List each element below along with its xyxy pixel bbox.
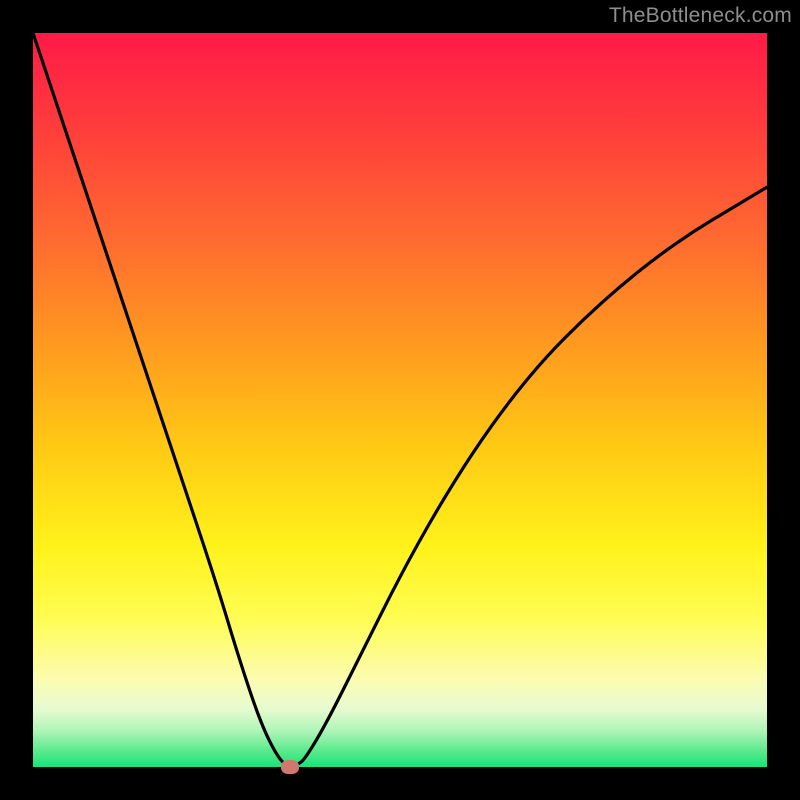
chart-frame: TheBottleneck.com — [0, 0, 800, 800]
watermark-text: TheBottleneck.com — [609, 4, 792, 28]
bottleneck-curve — [33, 33, 767, 767]
minimum-marker — [281, 760, 299, 774]
plot-area — [33, 33, 767, 767]
